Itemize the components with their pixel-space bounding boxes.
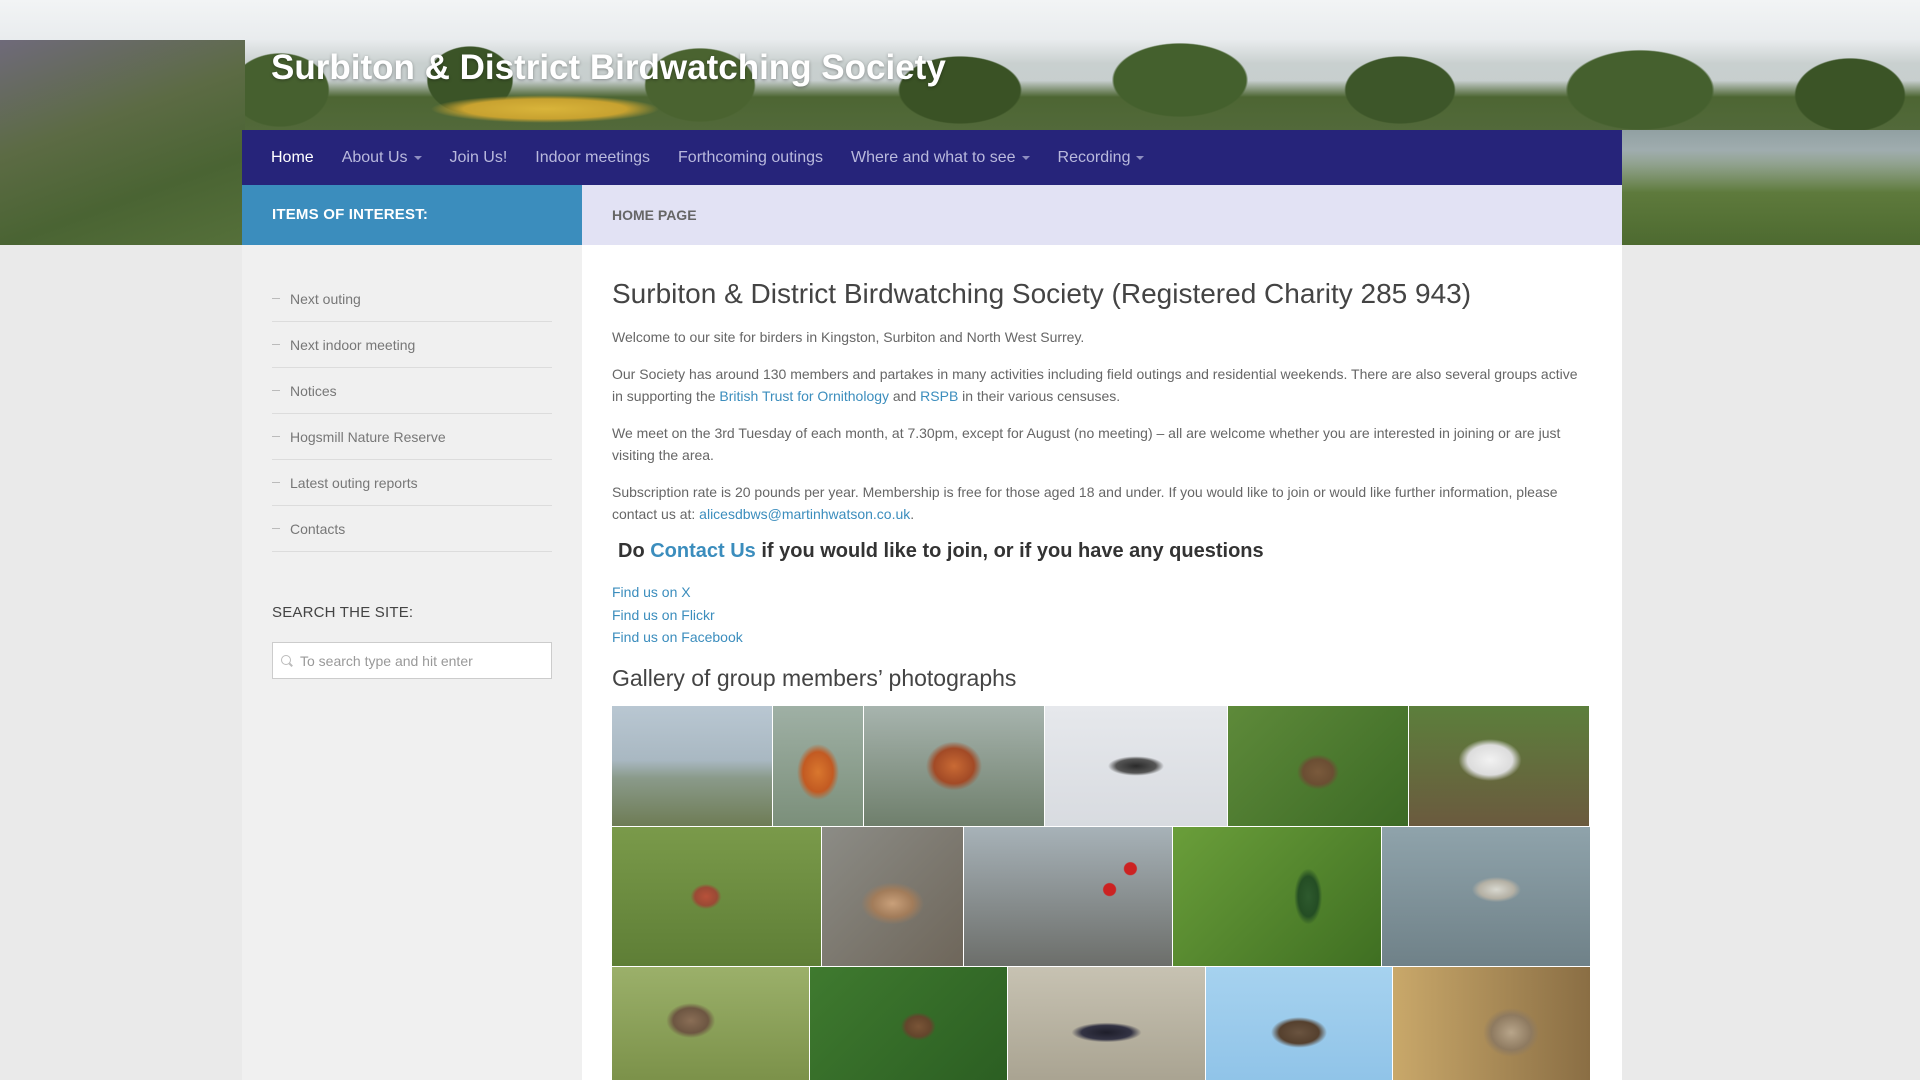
page-title: Surbiton & District Birdwatching Society… [612,278,1472,309]
callout-rest-text: if you would like to join, or if you hav… [755,540,1264,562]
redstart-branch-photo[interactable] [864,705,1044,826]
facebook-link[interactable]: Find us on Facebook [612,629,743,645]
nav-join-us[interactable]: Join Us! [450,149,508,167]
nav-recording-label: Recording [1057,148,1131,166]
nav-where-and-what[interactable]: Where and what to see [851,149,1030,167]
buzzard-sky-photo[interactable] [1206,966,1392,1080]
sandpiper-photo[interactable] [1382,826,1590,966]
sidebar-item-label: Next outing [290,290,361,307]
search-input[interactable] [300,652,540,669]
estuary-marsh-photo[interactable] [612,705,772,826]
sidebar-item-outing-reports[interactable]: Latest outing reports [272,460,552,506]
rspb-link[interactable]: RSPB [920,388,958,404]
woodpecker-feeder-photo[interactable] [1173,826,1381,966]
nav-where-and-what-label: Where and what to see [851,148,1016,166]
page-container: Items of interest: Next outing Next indo… [242,185,1622,1080]
banner-gorse [430,95,660,123]
redstart-photo[interactable] [773,705,863,826]
subscription-paragraph: Subscription rate is 20 pounds per year.… [612,481,1591,525]
nav-about-us[interactable]: About Us [342,149,422,167]
meetings-paragraph: We meet on the 3rd Tuesday of each month… [612,425,1561,463]
dash-icon [272,436,280,437]
chevron-down-icon [413,155,422,160]
main-content: Home Page Surbiton & District Birdwatchi… [582,185,1622,1080]
fledgling-photo[interactable] [1393,966,1590,1080]
sidebar-item-label: Next indoor meeting [290,336,416,353]
nav-recording[interactable]: Recording [1058,149,1145,167]
bto-link[interactable]: British Trust for Ornithology [719,388,889,404]
search-box[interactable] [272,642,552,679]
dash-icon [272,528,280,529]
search-icon [281,655,292,666]
sidebar-item-label: Notices [290,382,337,399]
about-end-text: in their various censuses. [958,388,1121,404]
dash-icon [272,298,280,299]
contact-us-link[interactable]: Contact Us [650,540,756,562]
article: Surbiton & District Birdwatching Society… [582,245,1622,1080]
contact-callout: Do Contact Us if you would like to join,… [618,540,1591,563]
about-and-text: and [889,388,921,404]
banner-reeds-right [1620,150,1920,245]
magpie-photo[interactable] [1008,966,1205,1080]
search-heading: Search the site: [272,604,414,621]
sidebar-item-notices[interactable]: Notices [272,368,552,414]
wren-photo[interactable] [810,966,1007,1080]
nav-join-us-label: Join Us! [449,148,508,166]
sidebar-item-label: Contacts [290,520,346,537]
email-link[interactable]: alicesdbws@martinhwatson.co.uk [699,506,910,522]
banner-reeds-left [0,40,245,245]
sidebar-links: Next outing Next indoor meeting Notices … [272,276,552,552]
dash-icon [272,390,280,391]
redwing-berries-photo[interactable] [964,826,1172,966]
nav-home[interactable]: Home [271,149,314,167]
x-link[interactable]: Find us on X [612,584,691,600]
social-links: Find us on X Find us on Flickr Find us o… [612,581,1591,649]
stork-flight-photo[interactable] [1045,705,1227,826]
nav-forthcoming-outings[interactable]: Forthcoming outings [678,149,823,167]
sidebar-heading: Items of interest: [242,185,582,245]
page-heading: Home Page [582,185,1622,245]
sidebar-item-next-indoor-meeting[interactable]: Next indoor meeting [272,322,552,368]
nav-indoor-meetings-label: Indoor meetings [535,148,651,166]
sidebar-item-next-outing[interactable]: Next outing [272,276,552,322]
sidebar-item-label: Hogsmill Nature Reserve [290,428,446,445]
photo-gallery [612,705,1592,1080]
chevron-down-icon [1136,155,1145,160]
sidebar-item-hogsmill[interactable]: Hogsmill Nature Reserve [272,414,552,460]
welcome-text: Welcome to our site for birders in Kings… [612,329,1085,345]
site-title[interactable]: Surbiton & District Birdwatching Society [271,48,946,88]
about-paragraph: Our Society has around 130 members and p… [612,363,1591,407]
main-nav: Home About Us Join Us! Indoor meetings F… [242,130,1622,185]
flickr-link[interactable]: Find us on Flickr [612,607,715,623]
sidebar-item-label: Latest outing reports [290,474,418,491]
chevron-down-icon [1021,155,1030,160]
dash-icon [272,344,280,345]
nav-indoor-meetings[interactable]: Indoor meetings [535,149,650,167]
dash-icon [272,482,280,483]
sidebar: Items of interest: Next outing Next indo… [242,185,582,1080]
slow-worm-photo[interactable] [822,826,963,966]
callout-do-text: Do [618,540,651,562]
thrush-tree-photo[interactable] [1228,705,1408,826]
sidebar-item-contacts[interactable]: Contacts [272,506,552,552]
subscription-end-text: . [910,506,915,522]
nav-about-us-label: About Us [341,148,408,166]
stork-nest-photo[interactable] [1409,705,1589,826]
nav-forthcoming-outings-label: Forthcoming outings [678,148,823,166]
nav-home-label: Home [271,148,314,166]
partridge-photo[interactable] [612,966,809,1080]
gallery-heading: Gallery of group members’ photographs [612,664,1017,691]
linnet-photo[interactable] [612,826,821,966]
